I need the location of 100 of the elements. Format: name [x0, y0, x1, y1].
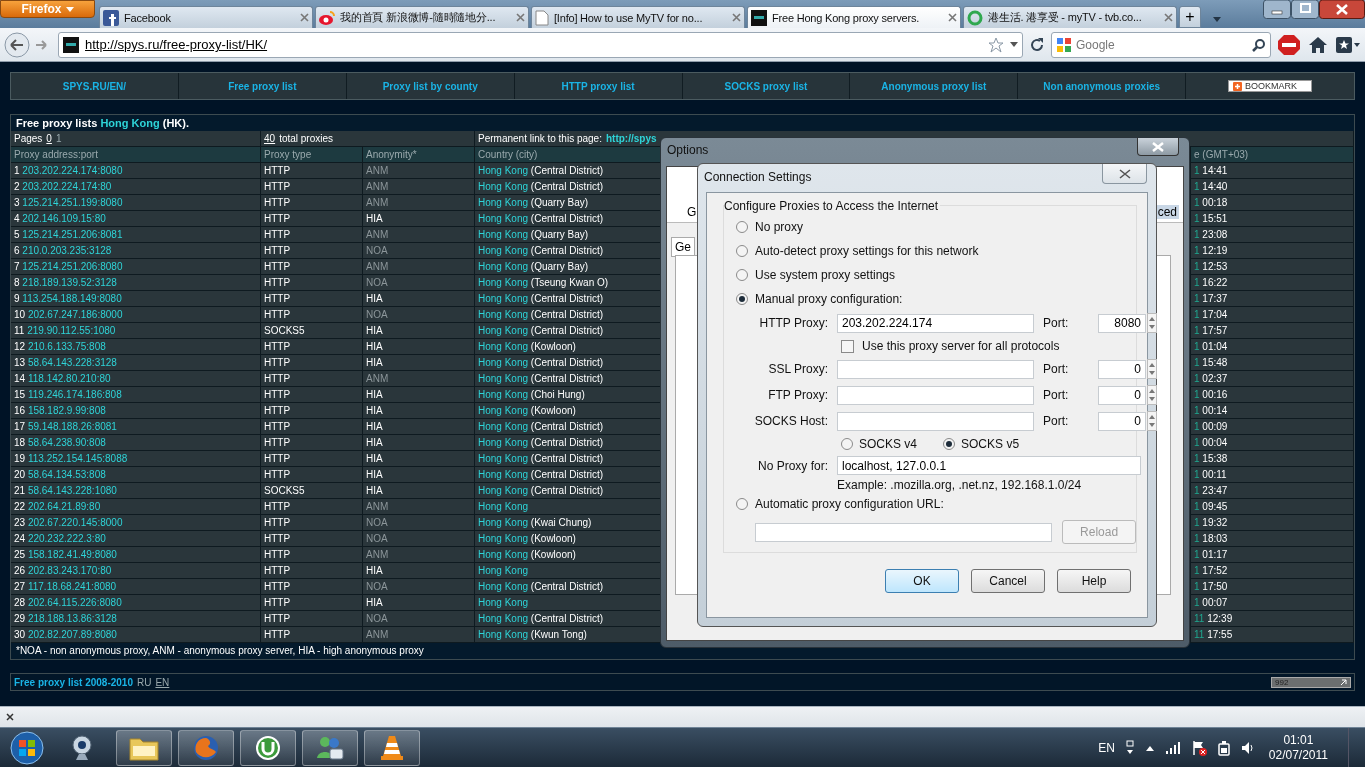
search-icon[interactable]	[1252, 37, 1266, 52]
country-link[interactable]: Hong Kong	[478, 197, 529, 208]
radio-button[interactable]	[841, 438, 853, 450]
country-link[interactable]: Hong Kong	[478, 181, 529, 192]
country-link[interactable]: Hong Kong	[478, 613, 529, 624]
dialog-button[interactable]: Cancel	[971, 569, 1045, 593]
total-link[interactable]: 40	[264, 131, 276, 146]
radio-button[interactable]	[736, 245, 748, 257]
globe-icon[interactable]	[192, 733, 220, 762]
country-link[interactable]: Hong Kong	[478, 373, 529, 384]
signal-icon[interactable]	[1164, 740, 1181, 755]
country-link[interactable]: Hong Kong	[478, 629, 529, 640]
spinner-control[interactable]	[1147, 385, 1157, 405]
browser-tab[interactable]: 港生活. 港享受 - myTV - tvb.co...	[963, 6, 1177, 28]
country-link[interactable]: Hong Kong	[478, 517, 529, 528]
battery-icon[interactable]	[1216, 739, 1231, 756]
keyboard-options-icon[interactable]	[1124, 739, 1135, 756]
restore-icon[interactable]	[1291, 0, 1319, 19]
spinner-control[interactable]	[1147, 359, 1157, 379]
address-field[interactable]: http://spys.ru/free-proxy-list/HK/	[58, 31, 1023, 58]
country-link[interactable]: Hong Kong	[478, 421, 529, 432]
country-link[interactable]: Hong Kong	[478, 261, 529, 272]
star-icon[interactable]	[988, 36, 1004, 53]
minimize-icon[interactable]	[1263, 0, 1291, 19]
page-link[interactable]: 1	[55, 131, 62, 146]
clock-time[interactable]: 01:01	[1283, 732, 1314, 748]
country-link[interactable]: Hong Kong	[478, 405, 529, 416]
browser-tab[interactable]: Facebook	[99, 6, 313, 28]
reload-icon[interactable]	[1029, 36, 1045, 53]
port-field[interactable]: 0	[1098, 359, 1146, 379]
radio-button[interactable]	[736, 269, 748, 281]
clock-date[interactable]: 02/07/2011	[1268, 747, 1328, 763]
search-field[interactable]: Google	[1051, 31, 1271, 58]
home-icon[interactable]	[1307, 34, 1329, 55]
country-link[interactable]: Hong Kong	[478, 565, 529, 576]
speaker-icon[interactable]	[1240, 740, 1255, 755]
permalink[interactable]: http://spys	[605, 131, 657, 146]
caret-icon[interactable]	[1213, 17, 1221, 22]
input-field[interactable]	[837, 411, 1034, 431]
input-field[interactable]: 203.202.224.174	[837, 313, 1034, 333]
settings-tab[interactable]: Ge	[671, 237, 695, 257]
menu-link[interactable]: Free proxy list	[178, 73, 347, 99]
radio-button[interactable]	[736, 221, 748, 233]
input-field[interactable]	[837, 359, 1034, 379]
radio-button[interactable]	[943, 438, 956, 450]
language-link[interactable]: RU	[136, 676, 152, 688]
toolbar-label[interactable]: ced	[1155, 205, 1179, 219]
url-field[interactable]	[755, 522, 1053, 542]
close-icon[interactable]	[6, 713, 14, 721]
language-link[interactable]: EN	[155, 676, 170, 688]
menu-link[interactable]: Anonymous proxy list	[850, 73, 1019, 99]
browser-tab[interactable]: 我的首頁 新浪微博-隨時隨地分...	[315, 6, 529, 28]
new-tab-button[interactable]: +	[1179, 6, 1201, 28]
country-link[interactable]: Hong Kong	[478, 325, 529, 336]
port-field[interactable]: 0	[1098, 385, 1146, 405]
country-link[interactable]: Hong Kong	[478, 309, 529, 320]
search-engine-icon[interactable]	[1056, 36, 1072, 53]
menu-link[interactable]: Proxy list by county	[346, 73, 515, 99]
country-link[interactable]: Hong Kong	[478, 501, 529, 512]
dialog-button[interactable]: OK	[885, 569, 959, 593]
country-link[interactable]: Hong Kong	[478, 485, 529, 496]
menu-link[interactable]: Non anonymous proxies	[1018, 73, 1187, 99]
bookmark-button[interactable]: BOOKMARK	[1228, 80, 1313, 92]
country-link[interactable]: Hong Kong	[478, 229, 529, 240]
country-link[interactable]: Hong Kong	[478, 389, 529, 400]
menu-link[interactable]: HTTP proxy list	[514, 73, 683, 99]
circle-logo-icon[interactable]	[254, 733, 282, 762]
country-link[interactable]: Hong Kong	[478, 213, 529, 224]
close-button[interactable]	[1137, 138, 1179, 156]
close-icon[interactable]	[1319, 0, 1365, 19]
country-link[interactable]: Hong Kong	[478, 357, 529, 368]
radio-button[interactable]	[736, 498, 748, 510]
country-link[interactable]: Hong Kong	[478, 581, 529, 592]
page-link[interactable]: 0	[46, 131, 52, 146]
browser-tab[interactable]: [Info] How to use MyTV for no...	[531, 6, 745, 28]
country-link[interactable]: Hong Kong	[100, 117, 160, 129]
menu-link[interactable]: SOCKS proxy list	[682, 73, 851, 99]
country-link[interactable]: Hong Kong	[478, 469, 529, 480]
input-field[interactable]: localhost, 127.0.0.1	[837, 456, 1141, 475]
dialog-button[interactable]: Help	[1057, 569, 1131, 593]
country-link[interactable]: Hong Kong	[478, 165, 529, 176]
country-link[interactable]: Hong Kong	[478, 277, 529, 288]
country-link[interactable]: Hong Kong	[478, 453, 529, 464]
toolbar-label[interactable]: G	[687, 205, 697, 219]
country-link[interactable]: Hong Kong	[478, 533, 529, 544]
bookmarks-icon[interactable]	[1335, 34, 1361, 55]
caret-icon[interactable]	[1010, 42, 1018, 47]
country-link[interactable]: Hong Kong	[478, 437, 529, 448]
flag-icon[interactable]	[1190, 739, 1207, 756]
country-link[interactable]: Hong Kong	[478, 341, 529, 352]
traffic-cone-icon[interactable]	[379, 733, 405, 762]
input-field[interactable]	[837, 385, 1034, 405]
checkbox[interactable]	[841, 339, 854, 353]
radio-button[interactable]	[736, 293, 748, 305]
country-link[interactable]: Hong Kong	[478, 549, 529, 560]
stop-sign-icon[interactable]	[1277, 33, 1301, 56]
menu-link[interactable]: SPYS.RU/EN/	[11, 73, 179, 99]
country-link[interactable]: Hong Kong	[478, 597, 529, 608]
spinner-control[interactable]	[1147, 313, 1157, 333]
browser-tab[interactable]: Free Hong Kong proxy servers.	[747, 6, 961, 28]
